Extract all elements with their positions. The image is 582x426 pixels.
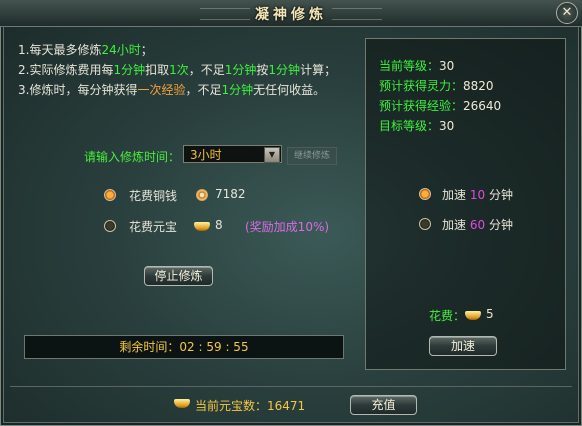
gold-cost-value: 8: [215, 218, 223, 232]
close-button[interactable]: ✕: [556, 2, 578, 24]
footer-divider: [10, 386, 572, 387]
time-select[interactable]: 3小时 ▼: [183, 145, 282, 163]
time-input-label: 请输入修炼时间：: [84, 150, 181, 164]
recharge-button[interactable]: 充值: [350, 395, 417, 415]
stat-expected-spirit: 预计获得灵力：8820: [379, 79, 494, 93]
remaining-time-value: 02 : 59 : 55: [179, 340, 249, 354]
stat-current-level: 当前等级：30: [379, 59, 455, 73]
speedup-60-label: 加速 60 分钟: [442, 218, 513, 232]
copper-coin-icon: [196, 189, 208, 201]
chevron-down-icon[interactable]: ▼: [264, 147, 280, 163]
current-gold-value: 16471: [267, 399, 306, 413]
window-title: 凝神修炼: [255, 7, 327, 23]
gold-bonus-text: (奖励加成10%): [245, 220, 330, 234]
speedup-cost-value: 5: [486, 307, 494, 321]
rule-line-3: 3.修炼时，每分钟获得一次经验，不足1分钟无任何收益。: [18, 83, 326, 97]
radio-speedup-60[interactable]: [419, 218, 431, 230]
radio-gold[interactable]: [104, 220, 116, 232]
time-select-value: 3小时: [190, 148, 222, 162]
stats-list: 当前等级：30 预计获得灵力：8820 预计获得经验：26640 目标等级：30: [379, 56, 501, 136]
continue-button[interactable]: 继续修炼: [287, 147, 337, 165]
radio-copper[interactable]: [104, 189, 116, 201]
stop-cultivation-button[interactable]: 停止修炼: [144, 266, 213, 286]
remaining-time-label: 剩余时间：: [119, 340, 180, 354]
stat-target-level: 目标等级：30: [379, 119, 455, 133]
rule-line-1: 1.每天最多修炼24小时；: [18, 43, 153, 57]
radio-speedup-10[interactable]: [419, 188, 431, 200]
speedup-cost-label: 花费：: [429, 309, 466, 323]
gold-option-label: 花费元宝: [129, 220, 178, 234]
title-bar: 凝神修炼 ✕: [0, 0, 582, 27]
rules-text: 1.每天最多修炼24小时； 2.实际修炼费用每1分钟扣取1次，不足1分钟按1分钟…: [18, 40, 336, 100]
remaining-time-box: 剩余时间：02 : 59 : 55: [24, 335, 344, 359]
copper-cost-value: 7182: [215, 187, 246, 201]
title-ornament-right: [332, 8, 382, 20]
copper-option-label: 花费铜钱: [129, 189, 178, 203]
rule-line-2: 2.实际修炼费用每1分钟扣取1次，不足1分钟按1分钟计算；: [18, 63, 337, 77]
speedup-button[interactable]: 加速: [429, 336, 497, 356]
current-gold-text: 当前元宝数：16471: [195, 397, 305, 414]
stat-expected-exp: 预计获得经验：26640: [379, 99, 502, 113]
speedup-10-label: 加速 10 分钟: [442, 188, 513, 202]
current-gold-label: 当前元宝数：: [195, 399, 268, 413]
